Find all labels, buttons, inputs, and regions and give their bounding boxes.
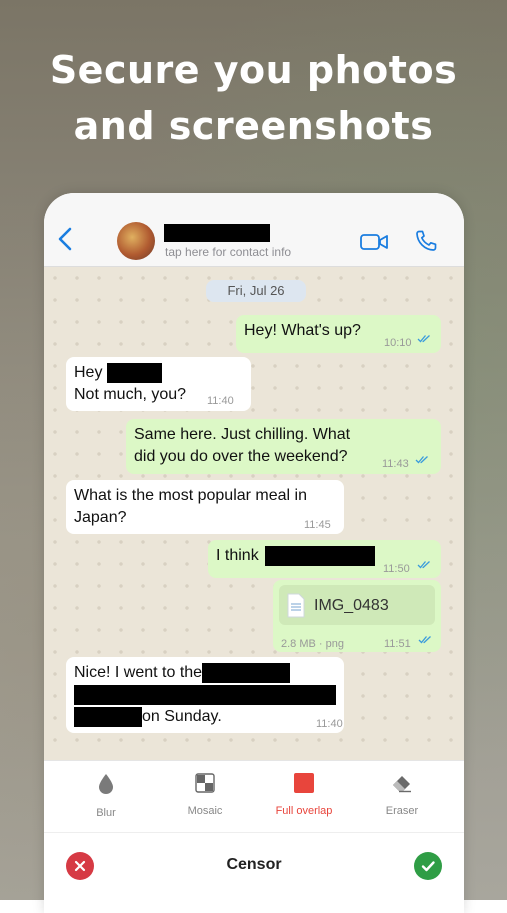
- tool-label: Mosaic: [187, 805, 223, 817]
- tool-full-overlap[interactable]: Full overlap: [259, 773, 349, 817]
- tool-blur[interactable]: Blur: [61, 773, 151, 819]
- redaction-bar: [202, 662, 291, 683]
- message-text: What is the most popular meal in: [74, 487, 307, 504]
- message-text: on Sunday.: [142, 708, 222, 725]
- message-text: Japan?: [74, 509, 127, 526]
- square-icon: [294, 773, 314, 793]
- message-outgoing[interactable]: I think 11:50: [208, 540, 441, 578]
- document-icon: [287, 593, 305, 618]
- message-incoming[interactable]: Hey Not much, you? 11:40: [66, 357, 251, 411]
- file-meta: 2.8 MB · png: [281, 638, 344, 650]
- contact-info-hint[interactable]: tap here for contact info: [165, 245, 291, 259]
- headline: Secure you photos and screenshots: [0, 42, 507, 154]
- checkmark-icon: [421, 861, 435, 872]
- censor-toolbar: Blur Mosaic Full overlap Eraser: [44, 760, 464, 832]
- read-ticks-icon: [418, 636, 431, 644]
- message-text: I think: [216, 547, 259, 564]
- headline-line-2: and screenshots: [73, 104, 434, 148]
- message-text: Hey! What's up?: [244, 322, 361, 339]
- headline-line-1: Secure you photos: [49, 48, 458, 92]
- redaction-bar: [74, 684, 336, 705]
- message-time: 11:40: [207, 395, 234, 407]
- redaction-bar: [265, 545, 376, 566]
- mosaic-icon: [195, 773, 215, 793]
- message-text: Same here. Just chilling. What: [134, 426, 351, 443]
- message-outgoing[interactable]: Same here. Just chilling. What did you d…: [126, 419, 441, 474]
- message-time: 11:50: [383, 563, 410, 575]
- message-outgoing[interactable]: Hey! What's up? 10:10: [236, 315, 441, 353]
- drop-icon: [99, 774, 113, 794]
- confirm-button[interactable]: [414, 852, 442, 880]
- back-chevron-icon[interactable]: [56, 227, 74, 251]
- message-text: Nice! I went to the: [74, 664, 203, 681]
- message-time: 11:51: [384, 638, 411, 650]
- message-time: 11:40: [316, 718, 343, 730]
- tool-mosaic[interactable]: Mosaic: [160, 773, 250, 817]
- tool-label: Blur: [96, 807, 116, 819]
- read-ticks-icon: [417, 561, 430, 569]
- read-ticks-icon: [415, 456, 428, 464]
- message-incoming[interactable]: What is the most popular meal in Japan? …: [66, 480, 344, 534]
- chat-area[interactable]: Fri, Jul 26 Hey! What's up? 10:10 Hey No…: [44, 267, 464, 760]
- date-chip: Fri, Jul 26: [206, 280, 306, 302]
- message-incoming[interactable]: Nice! I went to the on Sunday. 11:40: [66, 657, 344, 733]
- phone-frame: tap here for contact info Fri, Jul 26 He…: [44, 193, 464, 913]
- avatar[interactable]: [117, 222, 155, 260]
- redaction-bar: [106, 362, 162, 383]
- message-text: Hey: [74, 364, 103, 381]
- tool-label: Eraser: [385, 805, 419, 817]
- video-call-icon[interactable]: [360, 233, 388, 251]
- chat-header: tap here for contact info: [44, 193, 464, 267]
- tool-label: Full overlap: [275, 805, 333, 817]
- contact-name-redacted[interactable]: [164, 224, 270, 242]
- file-name: IMG_0483: [314, 597, 389, 614]
- tool-eraser[interactable]: Eraser: [357, 773, 447, 817]
- read-ticks-icon: [417, 335, 430, 343]
- message-time: 10:10: [384, 337, 412, 349]
- phone-call-icon[interactable]: [414, 229, 438, 253]
- eraser-icon: [393, 776, 411, 793]
- file-attachment[interactable]: IMG_0483: [279, 585, 435, 625]
- redaction-bar: [74, 706, 142, 727]
- message-time: 11:43: [382, 458, 409, 470]
- footer-title: Censor: [226, 856, 282, 873]
- footer-bar: Censor: [44, 832, 464, 913]
- message-time: 11:45: [304, 519, 331, 531]
- file-message[interactable]: IMG_0483 2.8 MB · png 11:51: [273, 580, 441, 652]
